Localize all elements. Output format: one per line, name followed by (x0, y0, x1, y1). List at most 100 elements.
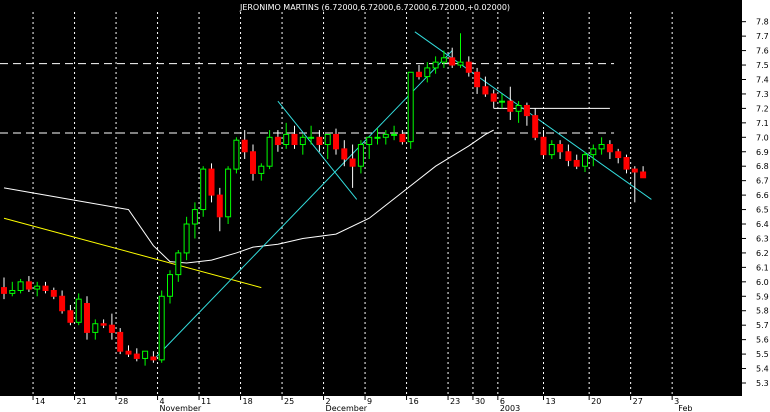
x-tick-label: 14 (35, 397, 45, 406)
y-tick-label: 5.5 (756, 350, 769, 359)
candle-body-down (84, 303, 90, 333)
x-tick-label: 13 (546, 397, 556, 406)
candle-body-up (34, 285, 41, 290)
candle-body-up (457, 61, 464, 66)
candle-body-down (474, 71, 481, 88)
candle-body-down (100, 323, 107, 326)
candle-body-up (440, 57, 447, 63)
candle-body-down (1, 287, 7, 294)
y-tick-label: 7.5 (756, 61, 769, 70)
candle-body-up (75, 298, 82, 323)
x-axis-panel (0, 396, 770, 412)
candle-body-up (382, 133, 389, 138)
candle-body-up (407, 71, 414, 143)
candle-body-up (283, 133, 290, 146)
month-label: November (160, 404, 202, 412)
y-tick-label: 5.6 (756, 336, 769, 345)
y-tick-label: 6.4 (756, 220, 769, 229)
y-tick-label: 5.9 (756, 292, 769, 301)
candle-body-up (548, 144, 555, 156)
candle-body-down (250, 151, 256, 174)
month-label: December (326, 404, 368, 412)
candle-body-down (507, 100, 514, 112)
candle-body-up (590, 148, 597, 156)
candle-body-down (490, 93, 497, 102)
y-tick-label: 5.4 (756, 365, 769, 374)
candle-body-down (125, 350, 132, 355)
candle-body-down (557, 144, 564, 153)
candle-body-down (42, 285, 49, 291)
y-tick-label: 6.0 (756, 278, 769, 287)
y-tick-label: 6.9 (756, 148, 769, 157)
candle-body-down (133, 353, 140, 359)
candle-body-down (482, 86, 489, 95)
candle-body-up (366, 136, 373, 146)
candle-body-down (67, 310, 74, 323)
candle-body-up (391, 133, 398, 136)
x-tick-label: 9 (367, 397, 372, 406)
candle-body-down (615, 151, 622, 159)
candle-body-up (582, 154, 588, 167)
y-tick-label: 6.5 (756, 206, 769, 215)
candle-body-down (216, 194, 223, 218)
y-tick-label: 6.1 (756, 263, 769, 272)
month-label: 2003 (500, 404, 520, 412)
candle-body-up (200, 168, 207, 211)
candle-body-up (515, 105, 522, 112)
candle-body-up (308, 136, 315, 139)
candle-body-down (640, 171, 647, 179)
y-tick-label: 5.7 (756, 321, 769, 330)
x-tick-label: 16 (409, 397, 419, 406)
y-tick-label: 6.2 (756, 249, 769, 258)
candle-body-up (499, 100, 505, 103)
x-tick-label: 11 (201, 397, 211, 406)
candle-body-up (191, 209, 198, 225)
candle-body-down (573, 159, 580, 167)
candle-body-up (233, 139, 240, 170)
y-tick-label: 6.6 (756, 191, 769, 200)
candle-body-down (316, 136, 323, 146)
candle-body-down (241, 139, 248, 153)
y-tick-label: 7.1 (756, 119, 769, 128)
y-tick-label: 7.6 (756, 47, 769, 56)
candle-body-down (208, 168, 215, 196)
candle-body-up (17, 281, 24, 291)
candle-body-up (142, 350, 149, 359)
candle-body-up (299, 136, 306, 146)
y-tick-label: 7.3 (756, 90, 769, 99)
candle-body-down (399, 133, 406, 143)
candle-body-down (108, 324, 115, 333)
candle-body-down (50, 289, 57, 297)
candle-body-down (606, 144, 613, 153)
candle-body-down (465, 61, 472, 73)
x-tick-label: 27 (633, 397, 643, 406)
y-tick-label: 5.8 (756, 307, 769, 316)
x-tick-label: 28 (118, 397, 128, 406)
y-tick-label: 5.3 (756, 379, 769, 388)
candle-body-up (183, 223, 190, 254)
x-tick-label: 18 (243, 397, 253, 406)
candle-body-up (598, 144, 605, 150)
candle-body-down (623, 157, 630, 170)
candle-body-down (631, 168, 638, 173)
candle-body-down (117, 331, 124, 352)
candle-body-up (158, 295, 165, 361)
x-tick-label: 20 (591, 397, 601, 406)
candle-body-down (333, 133, 339, 150)
candle-body-up (266, 136, 273, 167)
candle-body-down (349, 158, 356, 167)
candle-body-up (258, 165, 265, 174)
y-tick-label: 6.3 (756, 234, 769, 243)
candle-body-down (540, 136, 547, 156)
candle-body-up (432, 61, 439, 69)
candle-body-down (274, 136, 281, 146)
y-tick-label: 7.7 (756, 32, 769, 41)
candle-body-up (167, 274, 173, 297)
stock-chart: JERONIMO MARTINS (6.72000,6.72000,6.7200… (0, 0, 770, 412)
candle-body-down (449, 57, 456, 66)
candle-body-up (424, 67, 431, 78)
candle-body-up (225, 168, 232, 218)
chart-title: JERONIMO MARTINS (6.72000,6.72000,6.7200… (239, 3, 510, 12)
x-tick-label: 21 (77, 397, 87, 406)
y-tick-label: 7.0 (756, 133, 769, 142)
